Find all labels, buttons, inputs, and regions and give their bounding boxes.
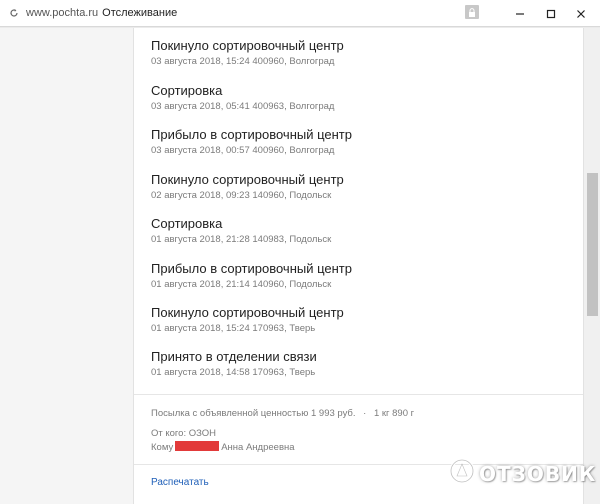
tracking-event: Прибыло в сортировочный центр 03 августа… (151, 127, 571, 167)
event-status: Покинуло сортировочный центр (151, 305, 344, 320)
address-bar-url[interactable]: www.pochta.ru (26, 7, 98, 19)
event-meta: 01 августа 2018, 21:28 140983, Подольск (151, 234, 332, 245)
event-status: Покинуло сортировочный центр (151, 172, 344, 187)
watermark: ОТЗОВИК (449, 458, 596, 489)
tracking-event: Покинуло сортировочный центр 03 августа … (151, 38, 571, 78)
page-area: Покинуло сортировочный центр 03 августа … (0, 28, 600, 504)
event-status: Прибыло в сортировочный центр (151, 261, 352, 276)
event-meta: 01 августа 2018, 21:14 140960, Подольск (151, 279, 332, 290)
event-meta: 01 августа 2018, 14:58 170963, Тверь (151, 367, 316, 378)
recipient-label: Кому (151, 442, 174, 453)
otzovik-logo-icon (449, 458, 475, 489)
event-meta: 02 августа 2018, 09:23 140960, Подольск (151, 190, 332, 201)
tracking-event: Покинуло сортировочный центр 01 августа … (151, 305, 571, 345)
event-meta: 03 августа 2018, 05:41 400963, Волгоград (151, 101, 335, 112)
tracking-event: Сортировка 03 августа 2018, 05:41 400963… (151, 83, 571, 123)
redaction-mark (175, 441, 220, 451)
event-status: Покинуло сортировочный центр (151, 38, 344, 53)
minimize-icon[interactable] (505, 0, 535, 27)
event-meta: 03 августа 2018, 00:57 400960, Волгоград (151, 145, 335, 156)
page-title: Отслеживание (102, 7, 178, 19)
event-status: Сортировка (151, 216, 223, 231)
page-scrollbar[interactable] (584, 28, 600, 504)
tracking-event: Сортировка 01 августа 2018, 21:28 140983… (151, 216, 571, 256)
event-meta: 01 августа 2018, 15:24 170963, Тверь (151, 323, 316, 334)
parcel-weight: 1 кг 890 г (373, 408, 415, 419)
maximize-icon[interactable] (536, 0, 566, 27)
parcel-sender: От кого: ОЗОН (151, 428, 217, 439)
tracking-event: Прибыло в сортировочный центр 01 августа… (151, 261, 571, 301)
event-meta: 03 августа 2018, 15:24 400960, Волгоград (151, 56, 335, 67)
parcel-summary: Посылка с объявленной ценностью 1 993 ру… (151, 408, 414, 419)
watermark-text: ОТЗОВИК (479, 461, 597, 486)
tracking-card: Покинуло сортировочный центр 03 августа … (133, 28, 584, 504)
event-status: Прибыло в сортировочный центр (151, 127, 352, 142)
tracking-event: Принято в отделении связи 01 августа 201… (151, 349, 571, 389)
event-status: Принято в отделении связи (151, 349, 317, 364)
print-link[interactable]: Распечатать (151, 477, 209, 488)
event-status: Сортировка (151, 83, 223, 98)
left-gutter (0, 28, 133, 504)
reload-icon[interactable] (4, 0, 24, 27)
parcel-description: Посылка с объявленной ценностью 1 993 ру… (151, 408, 356, 419)
section-divider (134, 394, 583, 395)
browser-top-bar: www.pochta.ru Отслеживание (0, 0, 600, 27)
parcel-recipient: Кому Анна Андреевна (151, 441, 295, 453)
tracking-event: Покинуло сортировочный центр 02 августа … (151, 172, 571, 212)
lock-icon[interactable] (465, 5, 479, 19)
scrollbar-thumb[interactable] (587, 173, 598, 316)
close-icon[interactable] (566, 0, 596, 27)
summary-separator: · (363, 408, 367, 419)
recipient-name: Анна Андреевна (221, 442, 295, 453)
